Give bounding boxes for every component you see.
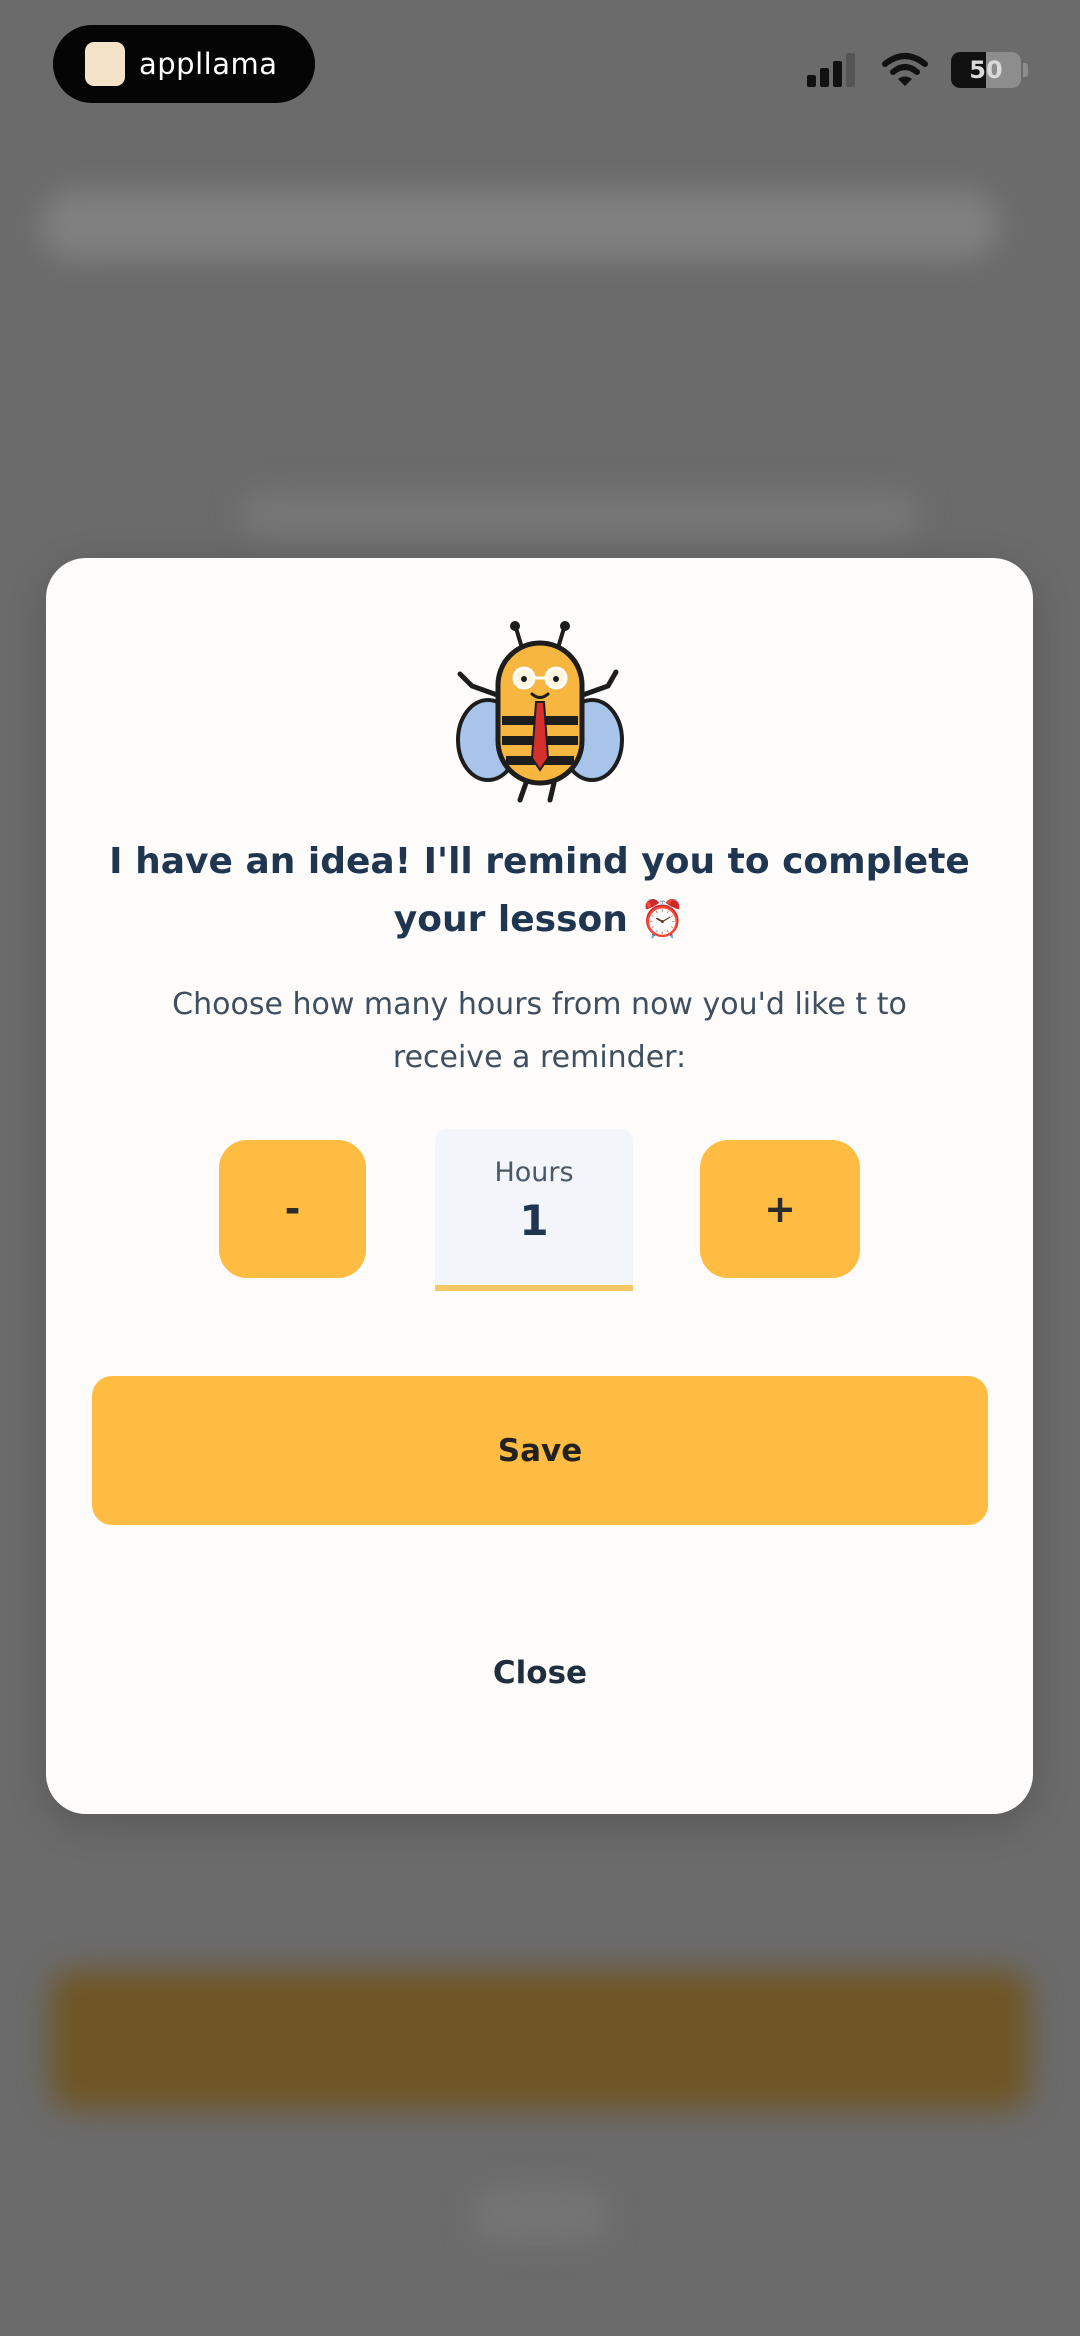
background-button [50, 1970, 1030, 2110]
dialog-title: I have an idea! I'll remind you to compl… [109, 841, 970, 940]
hours-value: 1 [519, 1196, 549, 1245]
decrease-hours-button[interactable]: - [219, 1140, 366, 1278]
battery-cap [1023, 63, 1028, 77]
cellular-signal-icon [807, 53, 855, 87]
battery-icon: 50 [951, 52, 1021, 88]
brand-badge: appllama [53, 25, 315, 103]
brand-name: appllama [139, 47, 278, 81]
wifi-icon [882, 53, 928, 86]
battery-level: 50 [969, 56, 1003, 84]
increase-hours-button[interactable]: + [700, 1140, 860, 1278]
save-button[interactable]: Save [92, 1376, 988, 1525]
background-link [470, 2185, 610, 2245]
close-button[interactable]: Close [390, 1638, 690, 1708]
hours-stepper-field[interactable]: Hours 1 [435, 1129, 633, 1291]
reminder-dialog: I have an idea! I'll remind you to compl… [46, 558, 1033, 1814]
background-text [240, 490, 920, 540]
llama-logo-icon [85, 42, 125, 86]
status-indicators: 50 [807, 48, 1028, 92]
background-header [40, 190, 1000, 260]
dialog-description: Choose how many hours from now you'd lik… [172, 987, 907, 1075]
bee-mascot-icon [456, 621, 624, 803]
hours-label: Hours [494, 1157, 574, 1188]
